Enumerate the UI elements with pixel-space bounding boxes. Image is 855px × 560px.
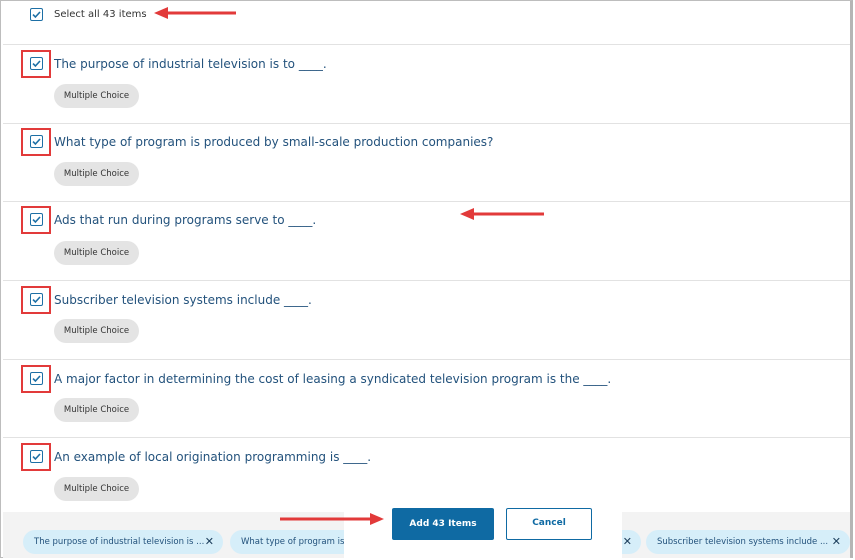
divider	[3, 280, 850, 281]
close-icon[interactable]: ✕	[832, 530, 841, 554]
chip-label: Subscriber television systems include ..…	[657, 537, 829, 547]
question-text[interactable]: The purpose of industrial television is …	[54, 57, 327, 71]
checkmark-icon	[32, 60, 41, 68]
question-checkbox[interactable]	[30, 213, 43, 226]
question-type-badge: Multiple Choice	[54, 398, 139, 422]
question-type-badge: Multiple Choice	[54, 84, 139, 108]
selected-item-chip[interactable]: Subscriber television systems include ..…	[646, 530, 850, 554]
question-text[interactable]: An example of local origination programm…	[54, 450, 371, 464]
checkmark-icon	[32, 11, 41, 19]
question-type-badge: Multiple Choice	[54, 241, 139, 265]
chip-label: The purpose of industrial television is …	[34, 537, 205, 547]
question-type-badge: Multiple Choice	[54, 162, 139, 186]
checkmark-icon	[32, 216, 41, 224]
annotation-arrow	[154, 7, 236, 19]
selected-item-chip[interactable]: The purpose of industrial television is …	[23, 530, 223, 554]
question-checkbox[interactable]	[30, 450, 43, 463]
annotation-arrow	[460, 208, 544, 220]
divider	[3, 44, 850, 45]
annotation-arrow	[280, 513, 384, 525]
select-all-label: Select all 43 items	[54, 9, 147, 20]
question-type-badge: Multiple Choice	[54, 477, 139, 501]
question-text[interactable]: A major factor in determining the cost o…	[54, 372, 611, 386]
cancel-button[interactable]: Cancel	[506, 508, 592, 540]
question-text[interactable]: Ads that run during programs serve to __…	[54, 213, 316, 227]
checkmark-icon	[32, 296, 41, 304]
question-checkbox[interactable]	[30, 372, 43, 385]
question-text[interactable]: Subscriber television systems include __…	[54, 293, 312, 307]
question-text[interactable]: What type of program is produced by smal…	[54, 135, 493, 149]
select-all-checkbox[interactable]	[30, 8, 43, 21]
question-checkbox[interactable]	[30, 293, 43, 306]
question-checkbox[interactable]	[30, 57, 43, 70]
question-type-badge: Multiple Choice	[54, 319, 139, 343]
checkmark-icon	[32, 453, 41, 461]
divider	[3, 437, 850, 438]
divider	[3, 201, 850, 202]
selected-item-chip[interactable]: What type of program is p	[230, 530, 360, 554]
add-items-button[interactable]: Add 43 Items	[392, 508, 494, 540]
close-icon[interactable]: ✕	[205, 530, 214, 554]
checkmark-icon	[32, 138, 41, 146]
divider	[3, 123, 850, 124]
question-checkbox[interactable]	[30, 135, 43, 148]
checkmark-icon	[32, 375, 41, 383]
chip-label: What type of program is p	[241, 537, 353, 547]
close-icon[interactable]: ✕	[623, 530, 632, 554]
divider	[3, 359, 850, 360]
